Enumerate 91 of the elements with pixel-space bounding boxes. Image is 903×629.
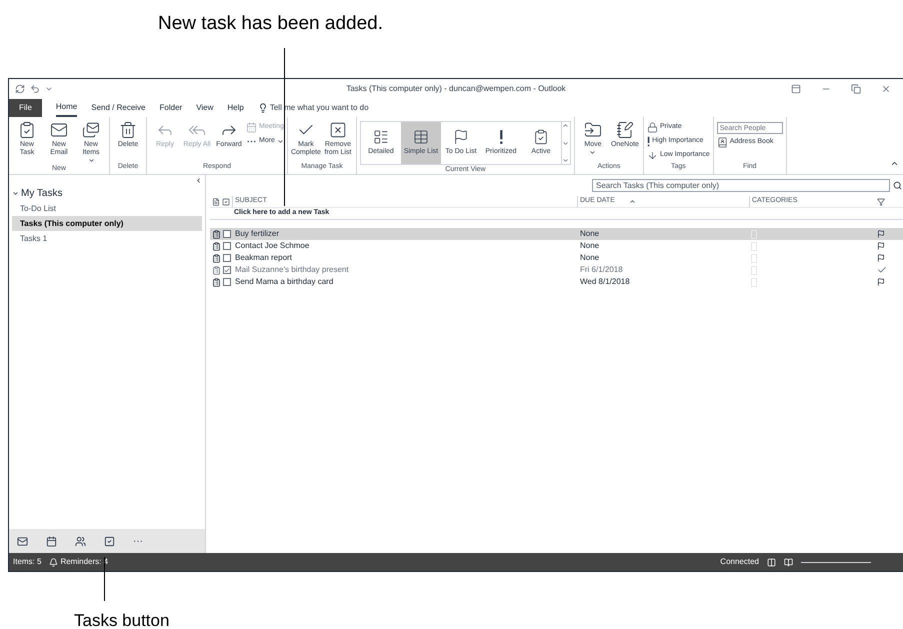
restore-icon[interactable] xyxy=(851,84,861,94)
callout-text: New task has been added. xyxy=(158,13,383,34)
filter-icon[interactable] xyxy=(877,198,885,206)
flag-icon xyxy=(452,128,469,145)
clipboard-check-icon xyxy=(532,128,549,145)
task-row[interactable]: Mail Suzanne's birthday present Fri 6/1/2018 xyxy=(210,264,903,276)
task-due-date: None xyxy=(579,252,600,264)
envelopes-icon xyxy=(82,121,100,139)
ribbon-tab[interactable]: View xyxy=(196,99,214,117)
task-due-date: Fri 6/1/2018 xyxy=(579,264,624,276)
reading-view-icon[interactable] xyxy=(784,558,793,566)
caret-icon xyxy=(88,157,94,164)
check-icon xyxy=(224,266,230,274)
task-due-date: Wed 8/1/2018 xyxy=(579,276,631,288)
caret-icon xyxy=(276,138,284,145)
complete-checkbox[interactable] xyxy=(223,254,231,262)
task-subject: Send Mama a birthday card xyxy=(234,276,334,288)
bell-icon xyxy=(49,558,58,566)
task-subject: Mail Suzanne's birthday present xyxy=(234,264,350,276)
calendar-icon xyxy=(246,122,257,133)
task-row[interactable]: Beakman report None xyxy=(210,252,903,264)
address-book-icon xyxy=(716,137,728,148)
window-title: Tasks (This computer only) - duncan@wempen.com - Outlook xyxy=(345,83,567,95)
file-tab[interactable]: File xyxy=(9,99,42,117)
notebook-icon xyxy=(616,121,634,139)
flag-icon[interactable] xyxy=(877,278,885,286)
task-icon xyxy=(212,230,221,238)
folder-group-header[interactable]: My Tasks xyxy=(12,186,62,201)
task-due-date: None xyxy=(579,240,600,252)
gallery-scroll[interactable] xyxy=(560,122,570,164)
expand-icon xyxy=(562,157,570,164)
people-icon[interactable] xyxy=(75,536,86,546)
scroll-down-icon xyxy=(562,140,570,146)
exclamation-icon xyxy=(498,128,504,145)
ribbon-tab[interactable]: Send / Receive xyxy=(91,99,146,117)
remove-icon xyxy=(328,121,347,139)
ribbon-tab[interactable]: Help xyxy=(227,99,244,117)
connection-status: Connected xyxy=(720,556,759,568)
quick-access-caret-icon[interactable] xyxy=(45,85,53,93)
nav-item[interactable]: To-Do List xyxy=(12,201,202,216)
task-subject: Beakman report xyxy=(234,252,293,264)
lightbulb-icon xyxy=(258,103,268,113)
close-icon[interactable] xyxy=(881,84,891,94)
more-button[interactable]: ··· xyxy=(133,534,143,548)
mail-icon[interactable] xyxy=(17,536,28,546)
task-row[interactable]: Send Mama a birthday card Wed 8/1/2018 xyxy=(210,276,903,288)
ribbon-options-icon[interactable] xyxy=(791,84,801,94)
search-tasks-field[interactable]: Search Tasks (This computer only) xyxy=(592,179,890,192)
task-row[interactable]: Contact Joe Schmoe None xyxy=(210,240,903,252)
item-type-icon xyxy=(212,198,220,206)
collapse-pane-icon[interactable] xyxy=(195,177,202,184)
task-icon xyxy=(212,266,221,274)
complete-checkbox[interactable] xyxy=(223,230,231,238)
task-icon xyxy=(212,278,221,286)
caret-icon xyxy=(589,149,596,156)
task-due-date: None xyxy=(579,228,600,240)
lock-icon xyxy=(646,122,658,133)
callout-text: Tasks button xyxy=(74,611,170,629)
task-icon xyxy=(212,242,221,250)
nav-item[interactable]: Tasks (This computer only) xyxy=(12,216,202,231)
task-subject: Buy fertilizer xyxy=(234,228,280,240)
envelope-icon xyxy=(50,121,68,139)
exclamation-icon xyxy=(646,136,650,147)
leader-line xyxy=(104,557,106,601)
folder-icon xyxy=(584,121,602,139)
search-icon[interactable] xyxy=(893,181,902,190)
ribbon-tab[interactable]: Folder xyxy=(160,99,182,117)
undo-icon[interactable] xyxy=(30,84,40,94)
completed-check-icon[interactable] xyxy=(877,265,887,275)
task-subject: Contact Joe Schmoe xyxy=(234,240,310,252)
trash-icon xyxy=(119,121,137,139)
collapse-ribbon-icon[interactable] xyxy=(890,159,899,168)
calendar-icon[interactable] xyxy=(46,536,57,546)
complete-header-icon xyxy=(222,198,230,206)
complete-checkbox[interactable] xyxy=(223,266,231,274)
nav-item[interactable]: Tasks 1 xyxy=(12,231,202,246)
sync-icon[interactable] xyxy=(15,84,25,94)
task-row[interactable]: Buy fertilizer None xyxy=(210,228,903,240)
detailed-view-icon xyxy=(372,128,389,145)
task-icon xyxy=(212,254,221,262)
table-icon xyxy=(412,128,429,145)
complete-checkbox[interactable] xyxy=(223,242,231,250)
expanded-icon xyxy=(12,190,19,197)
sort-icon xyxy=(628,198,636,205)
normal-view-icon[interactable] xyxy=(767,558,776,566)
tasks-icon[interactable] xyxy=(104,536,115,546)
scroll-up-icon xyxy=(562,122,570,129)
item-count: Items: 5 xyxy=(13,556,42,568)
complete-checkbox[interactable] xyxy=(223,278,231,286)
down-arrow-icon xyxy=(646,150,658,161)
task-icon xyxy=(18,121,36,139)
